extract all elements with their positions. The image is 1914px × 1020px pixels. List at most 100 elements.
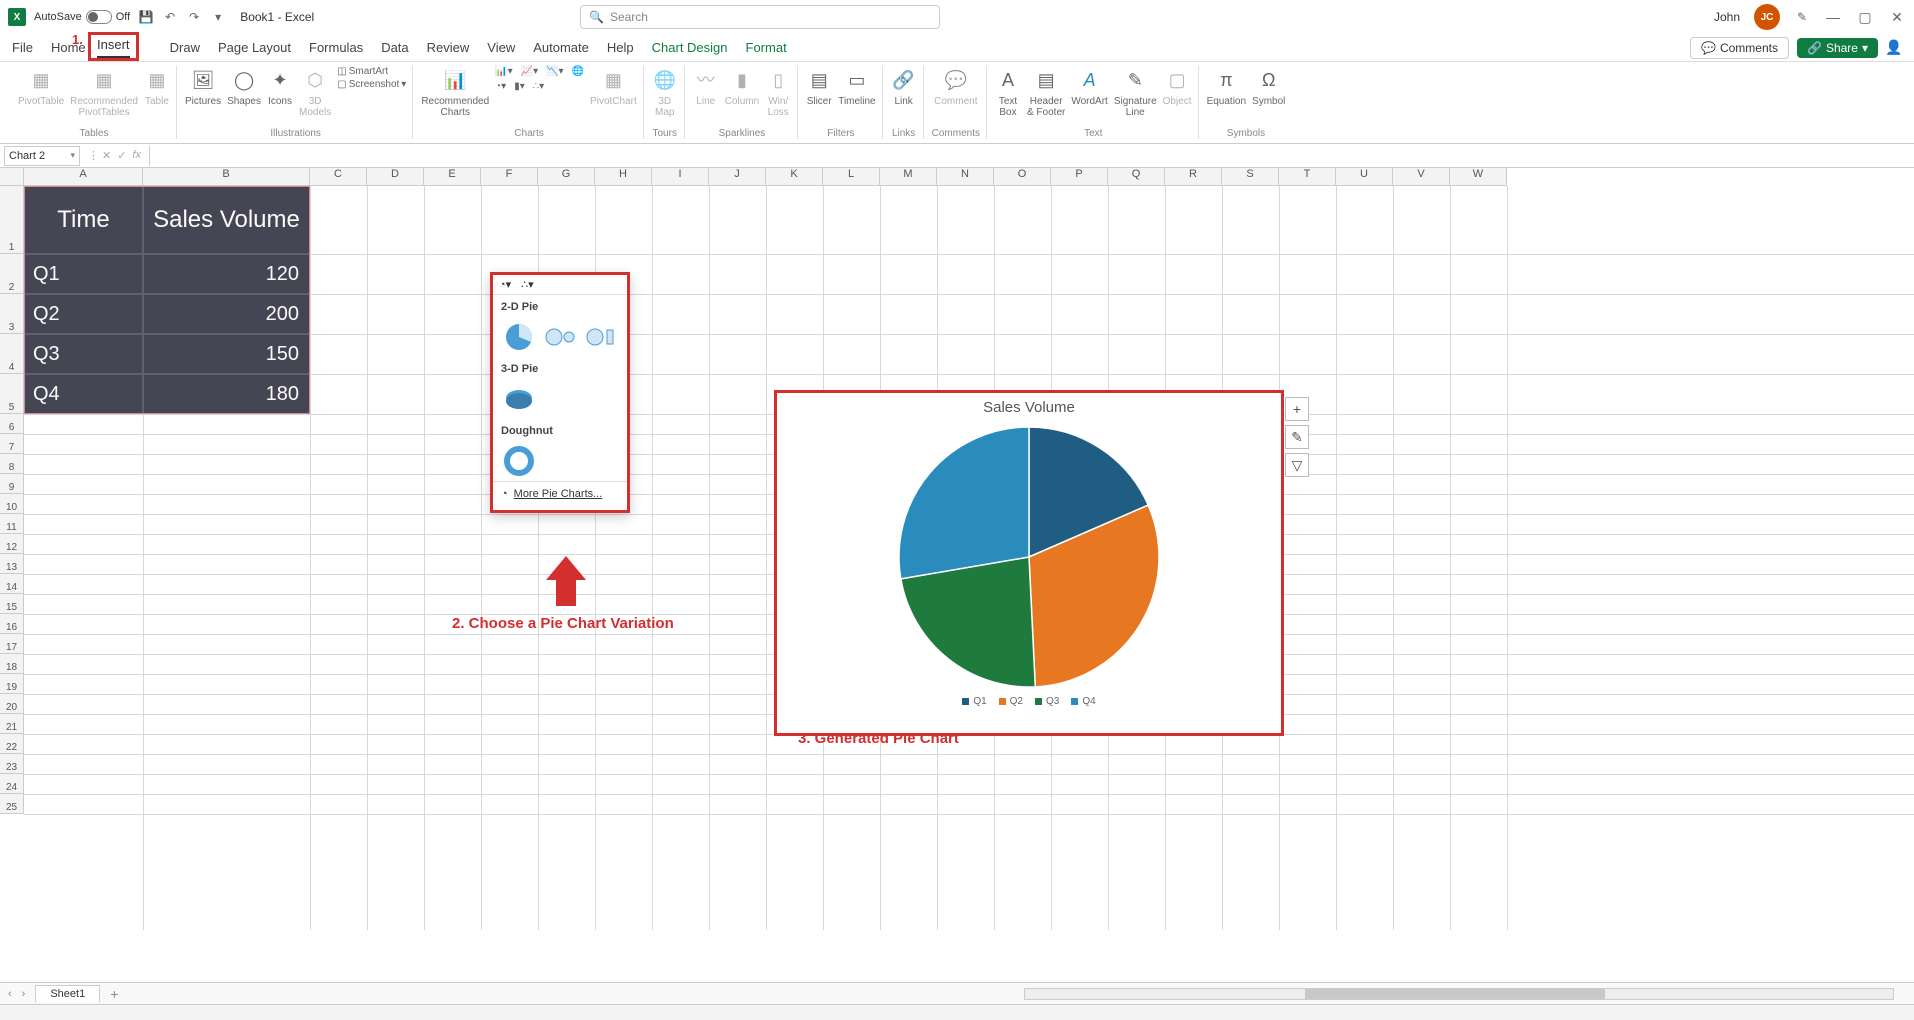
col-header-I[interactable]: I: [652, 168, 709, 186]
autosave-toggle[interactable]: AutoSave Off: [34, 10, 130, 24]
tab-chart-design[interactable]: Chart Design: [652, 36, 728, 59]
col-header-T[interactable]: T: [1279, 168, 1336, 186]
sheet-tab-1[interactable]: Sheet1: [35, 985, 100, 1002]
name-box-dropdown-icon[interactable]: ▾: [70, 150, 75, 161]
close-button[interactable]: ✕: [1888, 8, 1906, 26]
pie-icon[interactable]: ◔▾: [499, 278, 511, 291]
cell-a3[interactable]: Q2: [24, 294, 143, 334]
formula-bar[interactable]: [149, 146, 1910, 166]
pictures-button[interactable]: 🖼Pictures: [185, 66, 221, 107]
row-header-25[interactable]: 25: [0, 794, 24, 814]
row-header-22[interactable]: 22: [0, 734, 24, 754]
row-header-12[interactable]: 12: [0, 534, 24, 554]
col-header-J[interactable]: J: [709, 168, 766, 186]
3d-map-button[interactable]: 🌐3D Map: [652, 66, 678, 118]
share-button[interactable]: 🔗 Share ▾: [1797, 38, 1878, 58]
name-box[interactable]: Chart 2 ▾: [4, 146, 80, 166]
column-chart-dd[interactable]: 📊▾: [495, 66, 512, 77]
sparkline-winloss-button[interactable]: ▯Win/ Loss: [765, 66, 791, 118]
add-sheet-button[interactable]: +: [110, 986, 118, 1002]
confirm-entry-icon[interactable]: ✓: [117, 149, 126, 162]
row-header-8[interactable]: 8: [0, 454, 24, 474]
row-header-15[interactable]: 15: [0, 594, 24, 614]
search-box[interactable]: 🔍 Search: [580, 5, 940, 29]
row-header-5[interactable]: 5: [0, 374, 24, 414]
cell-a1[interactable]: Time: [24, 186, 143, 254]
col-header-F[interactable]: F: [481, 168, 538, 186]
row-header-20[interactable]: 20: [0, 694, 24, 714]
col-header-N[interactable]: N: [937, 168, 994, 186]
tab-page-layout[interactable]: Page Layout: [218, 36, 291, 59]
pie-of-pie-option[interactable]: [542, 321, 577, 353]
comment-button[interactable]: 💬Comment: [934, 66, 977, 107]
row-header-24[interactable]: 24: [0, 774, 24, 794]
col-header-C[interactable]: C: [310, 168, 367, 186]
col-header-Q[interactable]: Q: [1108, 168, 1165, 186]
scatter-icon[interactable]: ∴▾: [521, 278, 534, 291]
cell-b3[interactable]: 200: [143, 294, 310, 334]
row-header-14[interactable]: 14: [0, 574, 24, 594]
row-header-17[interactable]: 17: [0, 634, 24, 654]
row-header-9[interactable]: 9: [0, 474, 24, 494]
bar-of-pie-option[interactable]: [584, 321, 619, 353]
sparkline-line-button[interactable]: 〰Line: [693, 66, 719, 107]
select-all-corner[interactable]: [0, 168, 24, 186]
chart-title[interactable]: Sales Volume: [777, 399, 1281, 416]
comments-button[interactable]: 💬 Comments: [1690, 37, 1789, 59]
tab-format[interactable]: Format: [746, 36, 787, 59]
row-header-23[interactable]: 23: [0, 754, 24, 774]
row-header-13[interactable]: 13: [0, 554, 24, 574]
table-button[interactable]: ▦Table: [144, 66, 170, 107]
cell-b2[interactable]: 120: [143, 254, 310, 294]
user-avatar[interactable]: JC: [1754, 4, 1780, 30]
row-header-6[interactable]: 6: [0, 414, 24, 434]
row-header-21[interactable]: 21: [0, 714, 24, 734]
pivottable-button[interactable]: ▦PivotTable: [18, 66, 64, 107]
col-header-B[interactable]: B: [143, 168, 310, 186]
line-chart-dd[interactable]: 📈▾: [521, 66, 538, 77]
col-header-S[interactable]: S: [1222, 168, 1279, 186]
col-header-L[interactable]: L: [823, 168, 880, 186]
pen-icon[interactable]: ✎: [1794, 9, 1810, 25]
tab-help[interactable]: Help: [607, 36, 634, 59]
doughnut-option[interactable]: [501, 445, 537, 477]
timeline-button[interactable]: ▭Timeline: [838, 66, 875, 107]
pivotchart-button[interactable]: ▦PivotChart: [590, 66, 637, 107]
col-header-H[interactable]: H: [595, 168, 652, 186]
sparkline-column-button[interactable]: ▮Column: [725, 66, 759, 107]
cell-b1[interactable]: Sales Volume: [143, 186, 310, 254]
row-header-2[interactable]: 2: [0, 254, 24, 294]
cell-b4[interactable]: 150: [143, 334, 310, 374]
tab-data[interactable]: Data: [381, 36, 408, 59]
sheet-nav-next[interactable]: ›: [22, 988, 26, 1000]
tab-view[interactable]: View: [487, 36, 515, 59]
screenshot-button[interactable]: ▢ Screenshot ▾: [337, 79, 406, 90]
chart-filters-button[interactable]: ▽: [1285, 453, 1309, 477]
row-header-16[interactable]: 16: [0, 614, 24, 634]
icons-button[interactable]: ✦Icons: [267, 66, 293, 107]
row-header-7[interactable]: 7: [0, 434, 24, 454]
col-header-W[interactable]: W: [1450, 168, 1507, 186]
tab-automate[interactable]: Automate: [533, 36, 589, 59]
3d-models-button[interactable]: ⬡3D Models: [299, 66, 331, 118]
recommended-pivottables-button[interactable]: ▦Recommended PivotTables: [70, 66, 138, 118]
pie-2d-option[interactable]: [501, 321, 536, 353]
col-header-D[interactable]: D: [367, 168, 424, 186]
col-header-A[interactable]: A: [24, 168, 143, 186]
fx-icon[interactable]: fx: [133, 149, 142, 162]
pie-chart-object[interactable]: Sales Volume Q1Q2Q3Q4 + ✎ ▽: [774, 390, 1284, 736]
maximize-button[interactable]: ▢: [1856, 8, 1874, 26]
row-header-4[interactable]: 4: [0, 334, 24, 374]
recommended-charts-button[interactable]: 📊Recommended Charts: [421, 66, 489, 118]
col-header-G[interactable]: G: [538, 168, 595, 186]
object-button[interactable]: ▢Object: [1163, 66, 1192, 107]
row-header-19[interactable]: 19: [0, 674, 24, 694]
cancel-entry-icon[interactable]: ⋮ ✕: [88, 149, 111, 162]
tab-insert[interactable]: Insert: [97, 33, 130, 58]
toggle-switch[interactable]: [86, 10, 112, 24]
slicer-button[interactable]: ▤Slicer: [806, 66, 832, 107]
horizontal-scrollbar[interactable]: [1024, 988, 1894, 1000]
cell-a4[interactable]: Q3: [24, 334, 143, 374]
equation-button[interactable]: πEquation: [1207, 66, 1246, 107]
statistic-chart-dd[interactable]: ▮▾: [514, 81, 525, 92]
